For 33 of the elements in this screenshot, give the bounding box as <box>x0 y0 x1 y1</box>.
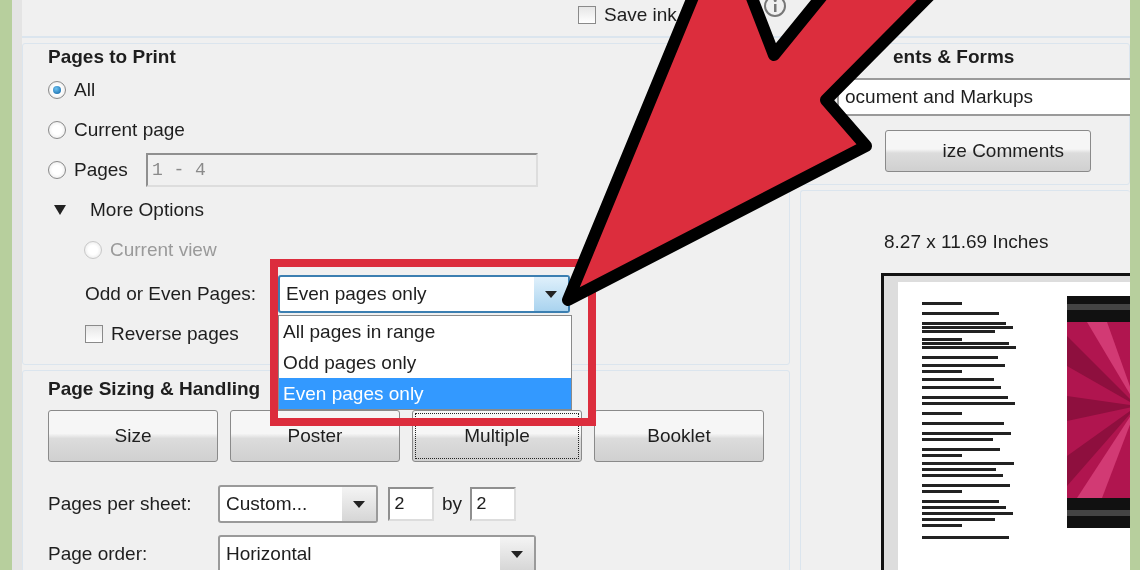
field-label: Pages per sheet: <box>48 493 193 515</box>
caret-icon <box>511 550 523 558</box>
by-label: by <box>442 493 463 515</box>
checkbox-label: Reverse pages <box>111 323 239 345</box>
expand-triangle-icon[interactable] <box>54 205 66 215</box>
mode-button[interactable]: Size <box>48 410 218 462</box>
pages-per-sheet-select[interactable]: Custom... <box>218 485 378 523</box>
radio-button[interactable] <box>48 161 66 179</box>
more-options-label[interactable]: More Options <box>90 199 205 221</box>
page-size-label: 8.27 x 11.69 Inches <box>884 231 1050 253</box>
section-title: ents & Forms <box>893 45 1015 69</box>
mode-button[interactable]: Booklet <box>594 410 764 462</box>
columns-field[interactable]: 2 <box>388 487 434 521</box>
radio-button[interactable] <box>48 81 66 99</box>
radio-label: All <box>74 79 96 101</box>
comments-select[interactable]: ocument and Markups <box>837 78 1130 116</box>
radio-label: Pages <box>74 159 128 181</box>
radio-label: Current view <box>110 239 217 261</box>
summarize-button[interactable]: ize Comments <box>885 130 1091 172</box>
caret-icon <box>545 290 558 298</box>
radio-label: Current page <box>74 119 185 141</box>
checkbox[interactable] <box>85 325 103 343</box>
radio-button[interactable] <box>48 121 66 139</box>
section-title: Page Sizing & Handling <box>48 377 261 401</box>
section-title: Pages to Print <box>48 45 176 69</box>
info-icon[interactable] <box>762 0 787 18</box>
rows-field[interactable]: 2 <box>470 487 517 521</box>
field-label: Page order: <box>48 543 149 565</box>
field-label: Odd or Even Pages: <box>85 283 257 305</box>
caret-icon <box>353 500 365 508</box>
checkbox-label: Save ink <box>604 4 677 26</box>
checkbox[interactable] <box>578 6 596 24</box>
page-order-select[interactable]: Horizontal <box>218 535 536 570</box>
